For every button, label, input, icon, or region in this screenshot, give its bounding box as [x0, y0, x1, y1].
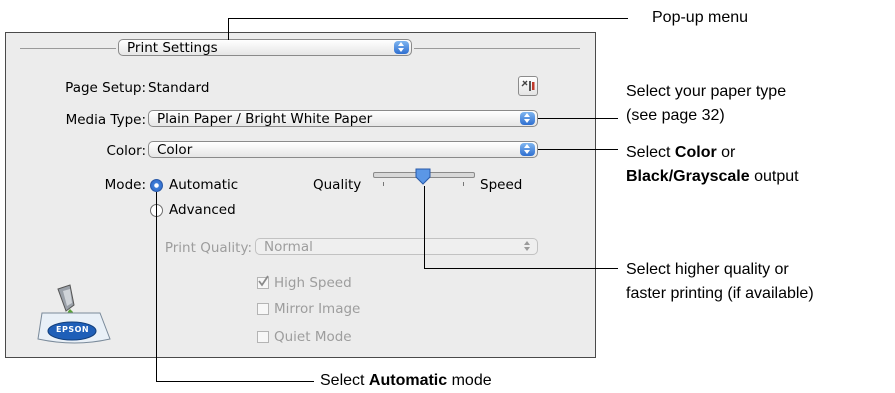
mode-advanced-label: Advanced: [169, 202, 236, 218]
callout-line-quality-v: [424, 186, 425, 269]
callout-quality-line1: Select higher quality or: [626, 261, 789, 278]
mirror-image-label: Mirror Image: [274, 301, 361, 317]
epson-logo: EPSON: [30, 283, 120, 348]
slider-quality-label: Quality: [313, 177, 362, 193]
callout-color-line2: Black/Grayscale output: [626, 168, 799, 185]
callout-line-paper: [538, 118, 618, 119]
callout-paper-type-line2: (see page 32): [626, 107, 725, 124]
media-type-stepper-icon: [520, 112, 535, 125]
color-value: Color: [157, 142, 193, 158]
quality-speed-slider-thumb[interactable]: [415, 168, 431, 190]
tools-icon: [521, 80, 535, 91]
header-separator-left: [20, 48, 116, 49]
print-quality-popup[interactable]: Normal: [255, 238, 538, 255]
mode-automatic-radio[interactable]: [150, 179, 163, 192]
mode-automatic-label: Automatic: [169, 177, 239, 193]
section-popup-label: Print Settings: [127, 40, 218, 56]
callout-line-popup-h: [228, 18, 628, 19]
epson-logo-text: EPSON: [56, 325, 90, 334]
quiet-mode-checkbox[interactable]: [257, 331, 269, 343]
slider-tick: [463, 182, 464, 186]
print-quality-label: Print Quality:: [164, 240, 252, 256]
slider-speed-label: Speed: [480, 177, 523, 193]
media-type-label: Media Type:: [65, 112, 146, 128]
callout-line-color: [538, 149, 618, 150]
header-separator-right: [414, 48, 580, 49]
callout-automatic-mode: Select Automatic mode: [320, 372, 492, 389]
callout-quality-line2: faster printing (if available): [626, 285, 814, 302]
section-popup-menu[interactable]: Print Settings: [118, 39, 412, 56]
mirror-image-checkbox[interactable]: [257, 303, 269, 315]
print-quality-value: Normal: [264, 239, 313, 255]
utility-icon-button[interactable]: [518, 76, 538, 96]
print-quality-stepper-icon: [520, 240, 535, 253]
mode-label: Mode:: [104, 177, 146, 193]
callout-line-quality-h: [424, 268, 618, 269]
page-setup-value: Standard: [148, 80, 210, 96]
high-speed-label: High Speed: [274, 275, 352, 291]
page-setup-label: Page Setup:: [65, 80, 146, 96]
callout-line-auto-h: [156, 381, 314, 382]
popup-stepper-icon: [394, 41, 409, 54]
callout-popup-menu: Pop-up menu: [652, 9, 749, 26]
media-type-value: Plain Paper / Bright White Paper: [157, 111, 373, 127]
media-type-popup[interactable]: Plain Paper / Bright White Paper: [148, 110, 538, 127]
high-speed-checkbox[interactable]: [257, 275, 269, 289]
slider-tick: [383, 182, 384, 186]
checkmark-icon: [258, 275, 269, 287]
quiet-mode-label: Quiet Mode: [274, 329, 352, 345]
callout-line-popup-v: [228, 18, 229, 40]
callout-line-auto-v: [156, 192, 157, 382]
callout-paper-type-line1: Select your paper type: [626, 83, 787, 100]
callout-color-line1: Select Color or: [626, 144, 736, 161]
color-popup[interactable]: Color: [148, 141, 538, 158]
color-stepper-icon: [520, 143, 535, 156]
color-label: Color:: [106, 143, 146, 159]
